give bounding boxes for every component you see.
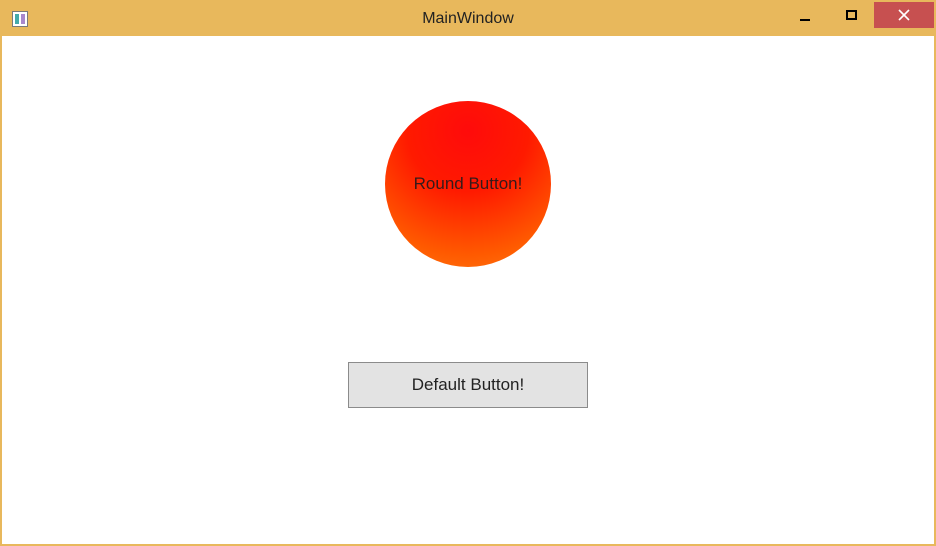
minimize-icon bbox=[800, 19, 810, 21]
window-controls bbox=[782, 2, 934, 30]
minimize-button[interactable] bbox=[782, 2, 828, 28]
default-button[interactable]: Default Button! bbox=[348, 362, 588, 408]
app-icon bbox=[12, 11, 28, 27]
client-area: Round Button! Default Button! bbox=[2, 36, 934, 544]
round-button[interactable]: Round Button! bbox=[385, 101, 551, 267]
round-button-label: Round Button! bbox=[414, 174, 523, 194]
maximize-button[interactable] bbox=[828, 2, 874, 28]
window-chrome: MainWindow Round Button! Default Button! bbox=[0, 0, 936, 546]
maximize-icon bbox=[846, 10, 857, 20]
close-icon bbox=[898, 9, 910, 21]
close-button[interactable] bbox=[874, 2, 934, 28]
default-button-label: Default Button! bbox=[412, 375, 524, 394]
titlebar[interactable]: MainWindow bbox=[2, 2, 934, 36]
